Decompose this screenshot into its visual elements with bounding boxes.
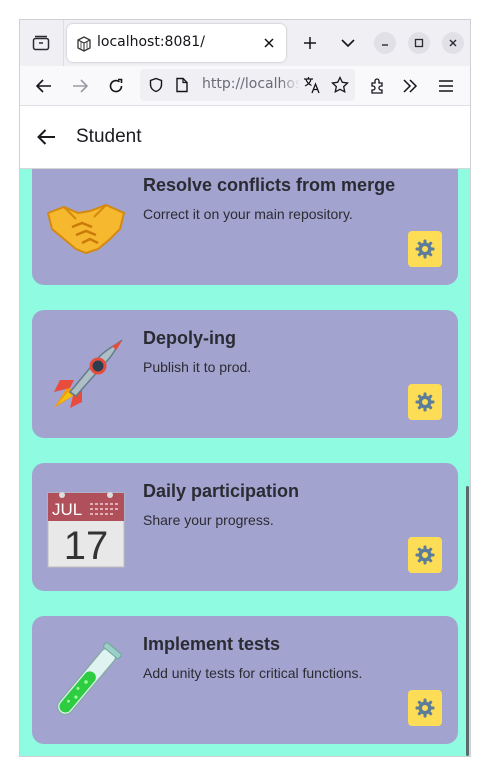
- card-title: Depoly-ing: [143, 328, 236, 348]
- scrollbar-thumb[interactable]: [466, 486, 469, 756]
- tab-close-button[interactable]: [260, 34, 278, 52]
- card-settings-button[interactable]: [408, 690, 442, 726]
- calendar-day: 17: [64, 524, 109, 568]
- card-settings-button[interactable]: [408, 537, 442, 573]
- app-header: Student: [20, 106, 470, 169]
- app-content: Student Resolve conflicts from merge Cor…: [20, 106, 470, 756]
- tab-divider: [63, 20, 64, 66]
- card-title: Resolve conflicts from merge: [143, 175, 396, 195]
- app-back-button[interactable]: [32, 123, 60, 151]
- chevron-double-right-icon: [403, 79, 418, 93]
- cube-favicon-icon: [77, 36, 91, 52]
- navigation-toolbar: http://localhost:8081/: [20, 66, 470, 106]
- task-card[interactable]: Depoly-ing Publish it to prod.: [32, 310, 458, 438]
- arrow-right-icon: [73, 79, 88, 93]
- reload-button[interactable]: [102, 72, 130, 100]
- bookmark-star-icon[interactable]: [330, 75, 350, 95]
- url-fade: [280, 73, 300, 97]
- back-button[interactable]: [30, 72, 58, 100]
- shield-icon[interactable]: [146, 75, 166, 95]
- card-title: Implement tests: [143, 634, 281, 654]
- puzzle-icon: [371, 78, 383, 94]
- chevron-down-icon: [341, 39, 355, 48]
- new-tab-button[interactable]: [296, 29, 324, 57]
- maximize-button[interactable]: [408, 32, 430, 54]
- task-card[interactable]: Implement tests Add unity tests for crit…: [32, 616, 458, 744]
- plus-icon: [304, 37, 316, 49]
- calendar-icon: JUL 17: [47, 492, 125, 568]
- minimize-icon: [382, 44, 388, 46]
- calendar-month: JUL: [52, 500, 82, 519]
- page-info-icon[interactable]: [172, 75, 192, 95]
- card-description: Add unity tests for critical functions.: [143, 665, 363, 681]
- more-tools-button[interactable]: [396, 72, 424, 100]
- card-settings-button[interactable]: [408, 384, 442, 420]
- close-icon: [264, 38, 274, 48]
- card-settings-button[interactable]: [408, 231, 442, 267]
- card-description: Correct it on your main repository.: [143, 206, 353, 222]
- close-icon: [449, 39, 457, 47]
- gear-icon: [415, 239, 435, 259]
- tab-list-button[interactable]: [26, 29, 56, 57]
- tab-strip: localhost:8081/: [20, 20, 470, 66]
- test-tube-icon: [56, 642, 122, 716]
- task-card[interactable]: JUL 17 Daily participation Share your pr…: [32, 463, 458, 591]
- forward-button[interactable]: [66, 72, 94, 100]
- gear-icon: [415, 698, 435, 718]
- list-all-tabs-button[interactable]: [334, 29, 362, 57]
- reload-icon: [109, 78, 123, 93]
- url-bar[interactable]: http://localhost:8081/: [140, 69, 355, 101]
- rocket-icon: [54, 339, 123, 408]
- menu-button[interactable]: [432, 72, 460, 100]
- tab-title: localhost:8081/: [97, 34, 205, 50]
- hamburger-menu-icon: [439, 80, 453, 92]
- extensions-button[interactable]: [364, 72, 392, 100]
- handshake-icon: [46, 203, 126, 255]
- task-card[interactable]: Resolve conflicts from merge Correct it …: [32, 157, 458, 285]
- maximize-icon: [414, 38, 424, 48]
- card-description: Publish it to prod.: [143, 359, 252, 375]
- card-title: Daily participation: [143, 481, 300, 501]
- page-title: Student: [76, 126, 142, 147]
- arrow-left-icon: [36, 79, 51, 93]
- arrow-left-icon: [37, 129, 55, 145]
- tab-active[interactable]: localhost:8081/: [67, 24, 286, 62]
- close-window-button[interactable]: [442, 32, 464, 54]
- gear-icon: [415, 545, 435, 565]
- tab-list-icon: [32, 35, 50, 51]
- gear-icon: [415, 392, 435, 412]
- card-description: Share your progress.: [143, 512, 274, 528]
- browser-window: localhost:8081/ http://local Student Res…: [19, 19, 471, 757]
- minimize-button[interactable]: [374, 32, 396, 54]
- translate-icon[interactable]: [302, 75, 322, 95]
